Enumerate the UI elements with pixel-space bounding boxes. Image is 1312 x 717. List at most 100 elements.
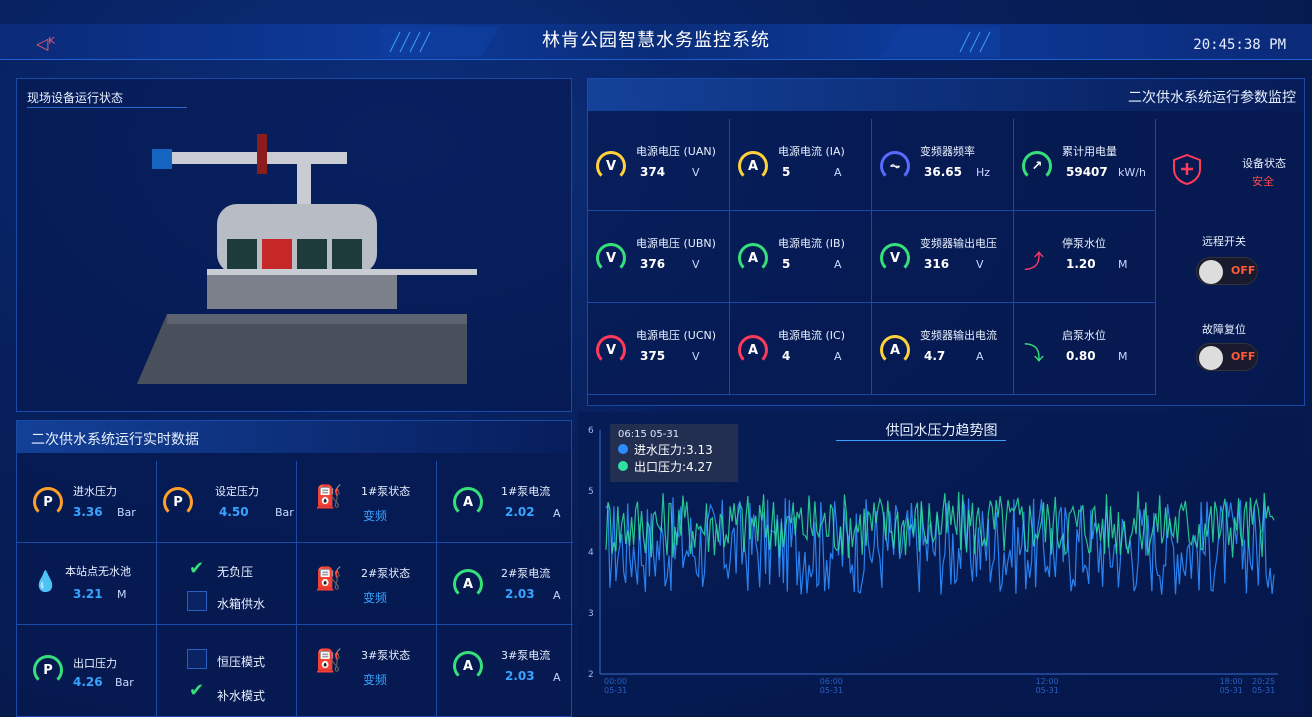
- pump-current-cell: A 1#泵电流 2.02 A: [437, 461, 573, 543]
- tank-supply-checkbox[interactable]: [187, 591, 207, 611]
- pump-current-cell: A 3#泵电流 2.03 A: [437, 625, 573, 717]
- pump-status-label: 3#泵状态: [361, 649, 411, 662]
- param-cell: V 电源电压 (UCN) 375 V: [588, 303, 730, 395]
- no-negative-pressure-label: 无负压: [217, 565, 254, 579]
- pump-status-label: 2#泵状态: [361, 567, 411, 580]
- pump-current-value: 2.02: [505, 505, 535, 519]
- param-cell: ⤴ 停泵水位 1.20 M: [1014, 211, 1156, 303]
- trend-up-icon: ⤴: [1024, 249, 1044, 273]
- param-unit: Hz: [976, 166, 991, 179]
- shield-icon: [1173, 153, 1201, 185]
- y-tick-label: 4: [588, 548, 594, 558]
- mode-options-cell-2: 恒压模式 补水模式: [157, 625, 297, 717]
- refill-mode-checkbox[interactable]: [187, 680, 207, 703]
- set-pressure-unit: Bar: [275, 506, 294, 519]
- param-label: 电源电压 (UBN): [636, 237, 716, 250]
- refill-mode-label: 补水模式: [217, 689, 266, 703]
- chart-title-underline: [836, 440, 1006, 441]
- param-value: 374: [640, 165, 666, 179]
- param-label: 停泵水位: [1062, 237, 1106, 250]
- param-label: 电源电流 (IC): [778, 329, 846, 342]
- remote-switch-label: 远程开关: [1202, 235, 1246, 248]
- pump-current-value: 2.03: [505, 669, 535, 683]
- pump-current-unit: A: [553, 589, 561, 602]
- meter-icon: ↗: [1022, 151, 1052, 181]
- set-pressure-label: 设定压力: [215, 485, 259, 498]
- status-label: 设备状态: [1242, 157, 1286, 170]
- param-unit: A: [976, 350, 984, 363]
- status-value: 安全: [1252, 175, 1274, 188]
- top-bar: ◁ᴷ 林肯公园智慧水务监控系统 20:45:38 PM: [0, 0, 1312, 70]
- x-tick-label: 00:00: [604, 677, 627, 686]
- pressure-gauge-icon: P: [33, 487, 63, 517]
- ammeter-icon: A: [453, 569, 483, 599]
- gauge-icon: A: [880, 335, 910, 365]
- pump-status-value: 变频: [363, 591, 388, 605]
- param-label: 电源电流 (IA): [778, 145, 845, 158]
- param-unit: V: [692, 350, 700, 363]
- ammeter-icon: A: [453, 487, 483, 517]
- status-cell: 设备状态 安全: [1156, 133, 1304, 203]
- param-unit: A: [834, 350, 842, 363]
- x-tick-label: 05-31: [1252, 686, 1275, 695]
- param-unit: V: [692, 166, 700, 179]
- params-panel-title: 二次供水系统运行参数监控: [1128, 90, 1296, 106]
- param-value: 1.20: [1066, 257, 1096, 271]
- x-tick-label: 05-31: [820, 686, 843, 695]
- realtime-panel-head: 二次供水系统运行实时数据: [17, 421, 571, 453]
- gauge-icon: A: [738, 335, 768, 365]
- fault-reset-toggle[interactable]: OFF: [1196, 343, 1258, 371]
- param-cell: A 电源电流 (IC) 4 A: [730, 303, 872, 395]
- remote-switch-toggle[interactable]: OFF: [1196, 257, 1258, 285]
- chart-panel: 2 3 4 5 6 00:00 05-31 06:00 05-31 12:00 05-31 18:00…: [578, 412, 1305, 717]
- param-cell: ⤵ 启泵水位 0.80 M: [1014, 303, 1156, 395]
- params-panel: 二次供水系统运行参数监控 V 电源电压 (UAN) 374 V A 电源电流 (IA) 5 A…: [587, 78, 1305, 406]
- pump-icon: ⛽: [315, 567, 343, 592]
- tooltip-series-1-dot: [618, 444, 628, 454]
- ammeter-icon: A: [453, 651, 483, 681]
- clock: 20:45:38 PM: [1193, 37, 1286, 53]
- pump-status-cell: ⛽ 1#泵状态 变频: [297, 461, 437, 543]
- pump-status-value: 变频: [363, 673, 388, 687]
- param-value: 59407: [1066, 165, 1108, 179]
- tooltip-series-2: 出口压力:4.27: [634, 460, 713, 474]
- param-value: 4.7: [924, 349, 946, 363]
- y-tick-label: 3: [588, 609, 594, 619]
- param-cell: A 电源电流 (IA) 5 A: [730, 119, 872, 211]
- inlet-pressure-unit: Bar: [117, 506, 136, 519]
- pump-status-value: 变频: [363, 509, 388, 523]
- params-panel-head: 二次供水系统运行参数监控: [588, 79, 1304, 111]
- pressure-drop-icon: P: [163, 487, 193, 517]
- y-tick-label: 2: [588, 670, 594, 680]
- param-label: 电源电流 (IB): [778, 237, 845, 250]
- pool-level-label: 本站点无水池: [65, 565, 131, 578]
- x-tick-label: 18:00: [1220, 677, 1243, 686]
- param-cell: V 变频器输出电压 316 V: [872, 211, 1014, 303]
- param-value: 316: [924, 257, 950, 271]
- fault-reset-cell: 故障复位 OFF: [1156, 299, 1304, 395]
- param-cell: V 电源电压 (UAN) 374 V: [588, 119, 730, 211]
- pump-current-unit: A: [553, 671, 561, 684]
- realtime-panel-title: 二次供水系统运行实时数据: [31, 432, 199, 448]
- no-negative-pressure-checkbox[interactable]: [187, 558, 207, 581]
- param-label: 累计用电量: [1062, 145, 1117, 158]
- pump-current-label: 3#泵电流: [501, 649, 551, 662]
- toggle-text: OFF: [1231, 264, 1256, 277]
- param-label: 变频器输出电流: [920, 329, 997, 342]
- outlet-pressure-cell: P 出口压力 4.26 Bar: [17, 625, 157, 717]
- outlet-pressure-value: 4.26: [73, 675, 103, 689]
- param-label: 变频器频率: [920, 145, 975, 158]
- param-value: 376: [640, 257, 666, 271]
- toggle-knob: [1199, 260, 1223, 284]
- pump-status-cell: ⛽ 3#泵状态 变频: [297, 625, 437, 717]
- param-unit: A: [834, 258, 842, 271]
- param-value: 4: [782, 349, 791, 363]
- param-value: 0.80: [1066, 349, 1096, 363]
- param-cell: A 电源电流 (IB) 5 A: [730, 211, 872, 303]
- pump-icon: ⛽: [315, 485, 343, 510]
- constant-pressure-checkbox[interactable]: [187, 649, 207, 669]
- pool-level-value: 3.21: [73, 587, 103, 601]
- param-cell: ⏦ 变频器频率 36.65 Hz: [872, 119, 1014, 211]
- page-title: 林肯公园智慧水务监控系统: [542, 30, 770, 51]
- param-label: 电源电压 (UCN): [636, 329, 717, 342]
